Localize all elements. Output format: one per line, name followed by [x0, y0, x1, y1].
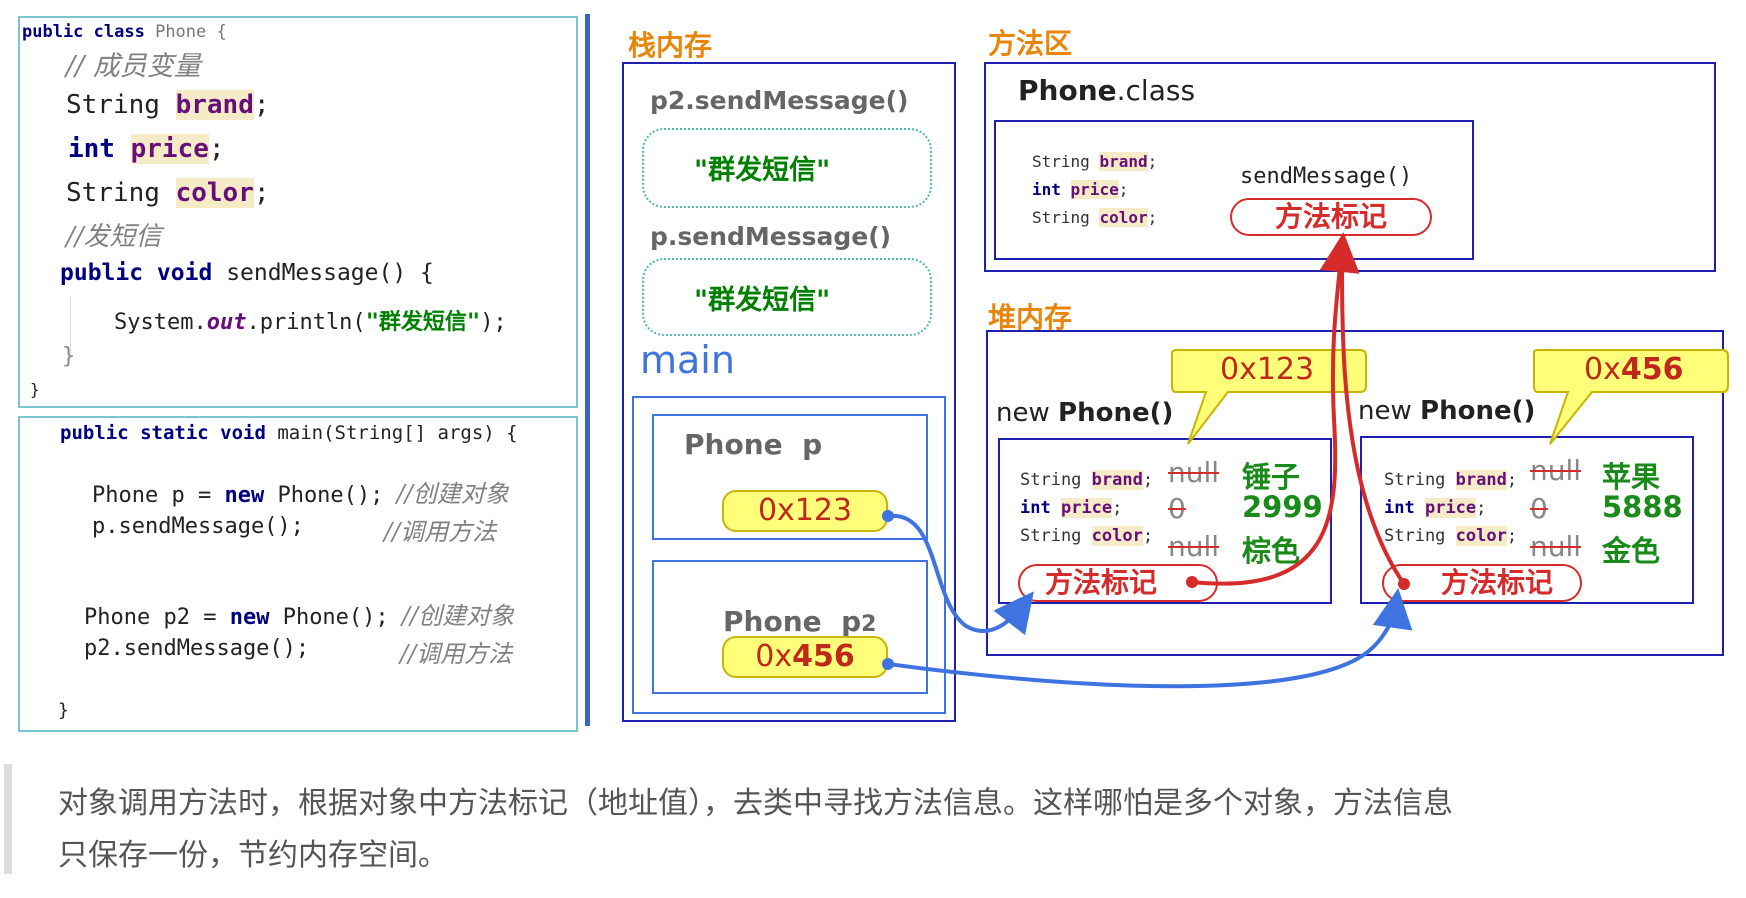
create-p-line: Phone p = new Phone(); //创建对象	[92, 480, 509, 508]
class-method-name: sendMessage()	[1240, 164, 1413, 189]
frame-p2-send-label: p2.sendMessage()	[650, 86, 909, 115]
obj1-old-brand: null	[1168, 456, 1220, 489]
var-p2-address: 0x456	[722, 636, 888, 678]
main-close-brace: }	[58, 700, 69, 721]
method-area-title: 方法区	[988, 27, 1073, 60]
note-line-1: 对象调用方法时，根据对象中方法标记（地址值），去类中寻找方法信息。这样哪怕是多个…	[58, 786, 1453, 821]
obj1-old-price: 0	[1168, 492, 1186, 525]
call-p2-line: p2.sendMessage();	[84, 636, 310, 661]
obj1-method-mark: 方法标记	[1018, 564, 1218, 602]
class-declaration: public class Phone {	[22, 22, 227, 42]
call-p-comment: //调用方法	[384, 518, 497, 546]
class-method-mark: 方法标记	[1230, 198, 1432, 236]
stack-title: 栈内存	[628, 29, 713, 62]
class-close-brace: }	[30, 380, 40, 399]
create-p2-line: Phone p2 = new Phone(); //创建对象	[84, 602, 515, 630]
method-close-brace: }	[62, 344, 76, 369]
obj2-field-color: String color;	[1384, 526, 1518, 546]
diagram-root: public class Phone { // 成员变量 String bran…	[0, 0, 1746, 898]
field-color-line: String color;	[66, 178, 270, 208]
callout-obj2-text: 0x456	[1584, 352, 1684, 387]
field-brand-line: String brand;	[66, 90, 270, 120]
note-bar	[4, 764, 12, 874]
main-code-panel	[18, 416, 578, 732]
comment-send: //发短信	[66, 222, 162, 252]
frame-p2-output: "群发短信"	[694, 155, 831, 186]
obj2-old-brand: null	[1530, 454, 1582, 487]
class-field-brand: String brand;	[1032, 152, 1158, 171]
callout-obj1-text: 0x123	[1220, 352, 1315, 387]
var-p-address: 0x123	[722, 490, 888, 532]
obj2-field-brand: String brand;	[1384, 470, 1518, 490]
class-file-label: Phone.class	[1018, 74, 1196, 107]
obj1-field-brand: String brand;	[1020, 470, 1154, 490]
obj2-old-color: null	[1530, 530, 1582, 563]
obj2-new-color: 金色	[1602, 534, 1661, 568]
field-price-line: int price;	[68, 134, 225, 164]
obj2-method-mark: 方法标记	[1382, 564, 1582, 602]
frame-p-send-label: p.sendMessage()	[650, 222, 892, 251]
var-p-label: Phone p	[684, 428, 823, 461]
obj1-field-price: int price;	[1020, 498, 1123, 518]
obj1-header: new Phone()	[996, 398, 1174, 428]
call-p-line: p.sendMessage();	[92, 514, 304, 539]
main-frame-label: main	[640, 338, 735, 382]
obj2-header: new Phone()	[1358, 396, 1536, 426]
obj2-old-price: 0	[1530, 492, 1548, 525]
method-signature: public void sendMessage() {	[60, 260, 434, 286]
obj1-new-price: 2999	[1242, 490, 1323, 524]
note-line-2: 只保存一份，节约内存空间。	[58, 838, 448, 873]
comment-members: // 成员变量	[66, 51, 201, 82]
obj1-old-color: null	[1168, 530, 1220, 563]
call-p2-comment: //调用方法	[400, 640, 513, 668]
obj2-field-price: int price;	[1384, 498, 1487, 518]
class-field-color: String color;	[1032, 208, 1158, 227]
println-line: System.out.println("群发短信");	[114, 310, 507, 335]
class-field-price: int price;	[1032, 180, 1129, 199]
main-signature: public static void main(String[] args) {	[60, 422, 518, 444]
vertical-divider	[585, 14, 590, 726]
obj1-new-color: 棕色	[1242, 534, 1301, 568]
frame-p-output: "群发短信"	[694, 285, 831, 316]
obj2-new-price: 5888	[1602, 490, 1683, 524]
obj1-field-color: String color;	[1020, 526, 1154, 546]
